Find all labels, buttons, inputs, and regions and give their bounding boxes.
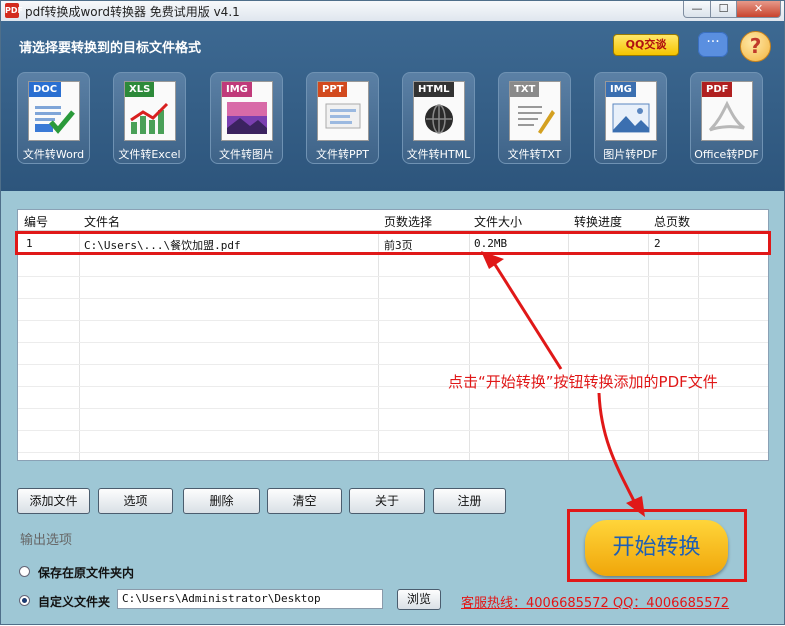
help-icon[interactable]: ?: [740, 31, 771, 62]
format-to-ppt[interactable]: PPT 文件转PPT: [306, 72, 379, 164]
window-title: pdf转换成word转换器 免费试用版 v4.1: [25, 5, 240, 19]
image-doc-icon: IMG: [221, 81, 273, 141]
column-header[interactable]: 页数选择: [384, 213, 432, 230]
ppt-doc-icon: PPT: [317, 81, 369, 141]
custom-folder-radio[interactable]: [19, 595, 30, 606]
header-prompt: 请选择要转换到的目标文件格式: [19, 41, 202, 56]
clear-button[interactable]: 清空: [267, 488, 342, 514]
image-to-pdf[interactable]: IMG 图片转PDF: [594, 72, 667, 164]
app-icon: PDF: [5, 3, 23, 18]
format-label: 图片转PDF: [603, 148, 658, 161]
start-convert-button[interactable]: 开始转换: [585, 520, 728, 576]
qq-chat-button[interactable]: QQ交谈: [613, 34, 679, 56]
format-header: 请选择要转换到的目标文件格式 QQ交谈 ··· ? DOC 文件转Word XL…: [1, 21, 784, 191]
format-tag: TXT: [510, 82, 540, 97]
format-tag: HTML: [414, 82, 454, 97]
row-highlight-box: [15, 231, 771, 255]
format-to-html[interactable]: HTML 文件转HTML: [402, 72, 475, 164]
about-button[interactable]: 关于: [349, 488, 425, 514]
close-button[interactable]: ✕: [736, 1, 781, 18]
format-label: 文件转图片: [219, 148, 274, 161]
browse-button[interactable]: 浏览: [397, 589, 441, 610]
message-icon[interactable]: ···: [698, 32, 728, 57]
column-header[interactable]: 编号: [24, 213, 48, 230]
txt-doc-icon: TXT: [509, 81, 561, 141]
word-doc-icon: DOC: [28, 81, 80, 141]
save-original-label[interactable]: 保存在原文件夹内: [38, 564, 134, 581]
format-tag: IMG: [606, 82, 636, 97]
table-header: 编号 文件名 页数选择 文件大小 转换进度 总页数: [18, 210, 768, 231]
format-to-txt[interactable]: TXT 文件转TXT: [498, 72, 571, 164]
office-to-pdf[interactable]: PDF Office转PDF: [690, 72, 763, 164]
html-doc-icon: HTML: [413, 81, 465, 141]
format-label: 文件转PPT: [316, 148, 369, 161]
minimize-button[interactable]: —: [683, 1, 711, 18]
format-label: 文件转Excel: [118, 148, 181, 161]
pdf-doc-icon: PDF: [701, 81, 753, 141]
delete-button[interactable]: 删除: [183, 488, 260, 514]
hotline-link[interactable]: 客服热线：4006685572 QQ：4006685572: [461, 592, 729, 611]
options-button[interactable]: 选项: [98, 488, 173, 514]
add-file-button[interactable]: 添加文件: [17, 488, 90, 514]
annotation-text: 点击“开始转换”按钮转换添加的PDF文件: [448, 373, 718, 391]
format-label: 文件转HTML: [406, 148, 471, 161]
column-header[interactable]: 转换进度: [574, 213, 622, 230]
format-label: 文件转Word: [22, 148, 85, 161]
format-to-image[interactable]: IMG 文件转图片: [210, 72, 283, 164]
title-bar: PDF pdf转换成word转换器 免费试用版 v4.1 — ☐ ✕: [1, 1, 784, 21]
format-tag: PPT: [318, 82, 348, 97]
format-label: Office转PDF: [694, 148, 759, 161]
custom-folder-label[interactable]: 自定义文件夹: [38, 593, 110, 610]
format-tag: PDF: [702, 82, 733, 97]
format-tag: IMG: [222, 82, 252, 97]
format-to-excel[interactable]: XLS 文件转Excel: [113, 72, 186, 164]
output-options-label: 输出选项: [20, 533, 73, 548]
excel-doc-icon: XLS: [124, 81, 176, 141]
app-window: PDF pdf转换成word转换器 免费试用版 v4.1 — ☐ ✕ 请选择要转…: [0, 0, 785, 625]
register-button[interactable]: 注册: [433, 488, 506, 514]
column-header[interactable]: 总页数: [654, 213, 690, 230]
output-path-field[interactable]: C:\Users\Administrator\Desktop: [117, 589, 383, 609]
maximize-button[interactable]: ☐: [710, 1, 737, 18]
format-tag: XLS: [125, 82, 155, 97]
column-header[interactable]: 文件名: [84, 213, 120, 230]
save-original-radio[interactable]: [19, 566, 30, 577]
format-label: 文件转TXT: [507, 148, 562, 161]
format-tag: DOC: [29, 82, 62, 97]
column-header[interactable]: 文件大小: [474, 213, 522, 230]
img-doc-icon: IMG: [605, 81, 657, 141]
format-to-word[interactable]: DOC 文件转Word: [17, 72, 90, 164]
